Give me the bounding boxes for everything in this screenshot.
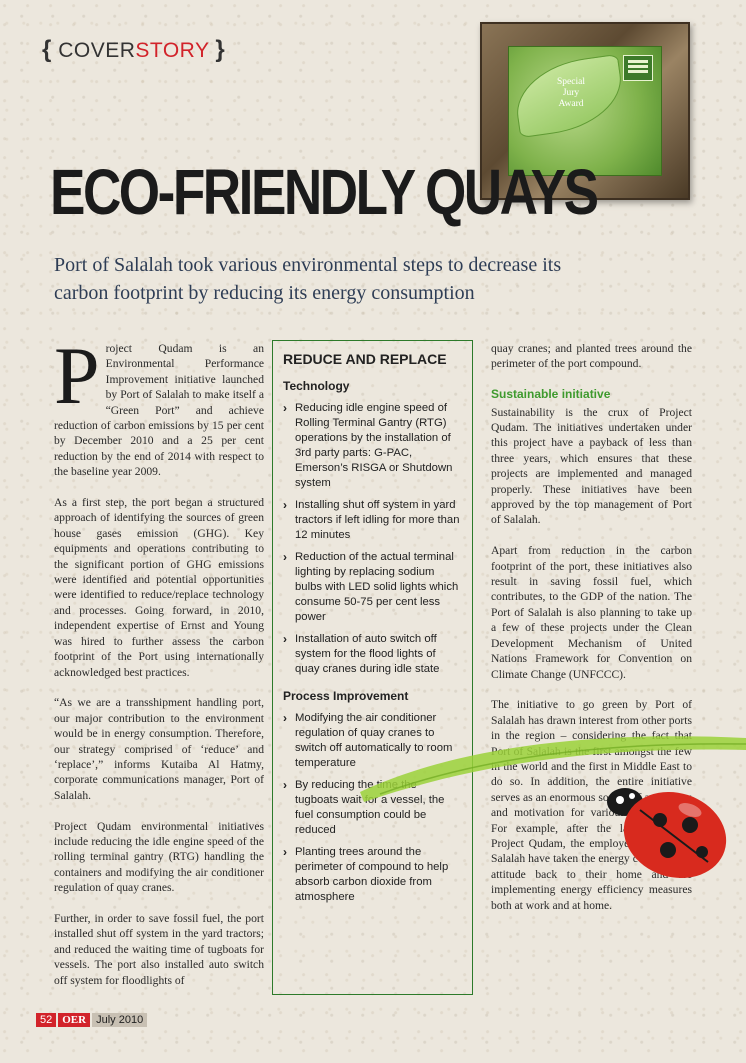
award-line-2: Jury — [562, 88, 580, 98]
chevron-right-icon: › — [283, 632, 287, 646]
paragraph: Project Qudam environmental initiatives … — [54, 819, 264, 895]
paragraph: quay cranes; and planted trees around th… — [491, 342, 692, 371]
chevron-right-icon: › — [283, 550, 287, 564]
paragraph-intro: Project Qudam is an Environmental Perfor… — [54, 330, 264, 480]
section-story: STORY — [135, 39, 210, 62]
paragraph: Sustainability is the crux of Project Qu… — [491, 405, 692, 527]
drop-cap: P — [54, 330, 100, 421]
sidebar-title: REDUCE AND REPLACE — [283, 351, 447, 367]
sustainable-heading: Sustainable initiative — [491, 387, 611, 402]
page-number: 52 — [36, 1013, 57, 1027]
subheadline: Port of Salalah took various environment… — [54, 254, 562, 304]
ladybug-illustration — [607, 788, 727, 879]
award-logo-icon — [623, 55, 653, 81]
award-line-1: Special — [557, 77, 585, 87]
paragraph: As a first step, the port began a struct… — [54, 496, 264, 679]
left-column: Project Qudam is an Environmental Perfor… — [54, 330, 264, 1003]
paragraph: Further, in order to save fossil fuel, t… — [54, 911, 264, 987]
list-item: › Reducing idle engine speed of Rolling T… — [283, 401, 453, 489]
list-item: › Installing shut off system in yard trac… — [283, 498, 460, 541]
brace-open: { — [42, 36, 52, 63]
chevron-right-icon: › — [283, 498, 287, 512]
list-item: › Installation of auto switch off system … — [283, 632, 440, 675]
paragraph-quote: “As we are a transshipment handling port… — [54, 696, 264, 802]
list-item: › Reduction of the actual terminal lighti… — [283, 550, 459, 623]
technology-list: › Reducing idle engine speed of Rolling T… — [283, 401, 462, 677]
chevron-right-icon: › — [283, 401, 287, 415]
magazine-name: OER — [58, 1013, 91, 1027]
process-list: › Modifying the air conditioner regulatio… — [283, 711, 462, 905]
section-cover: COVER — [58, 39, 136, 62]
chevron-right-icon: › — [283, 778, 287, 792]
list-item: › Modifying the air conditioner regulatio… — [283, 711, 453, 769]
brace-close: } — [215, 36, 226, 63]
section-tag: { COVERSTORY } — [42, 36, 225, 64]
chevron-right-icon: › — [283, 845, 287, 859]
issue-date: July 2010 — [92, 1013, 148, 1027]
sidebar-process-heading: Process Improvement — [283, 689, 409, 703]
sidebar-box: REDUCE AND REPLACE Technology › Reducing … — [272, 340, 473, 995]
sidebar-technology-heading: Technology — [283, 379, 350, 393]
award-line-3: Award — [558, 99, 584, 109]
paragraph: Apart from reduction in the carbon footp… — [491, 544, 692, 681]
award-caption: Special Jury Award — [531, 77, 611, 110]
list-item: › By reducing the time the tugboats wait … — [283, 778, 445, 836]
list-item: › Planting trees around the perimeter of … — [283, 845, 449, 903]
page-footer: 52 OER July 2010 — [36, 1013, 148, 1027]
chevron-right-icon: › — [283, 711, 287, 725]
headline: ECO-FRIENDLY QUAYS — [50, 156, 599, 228]
